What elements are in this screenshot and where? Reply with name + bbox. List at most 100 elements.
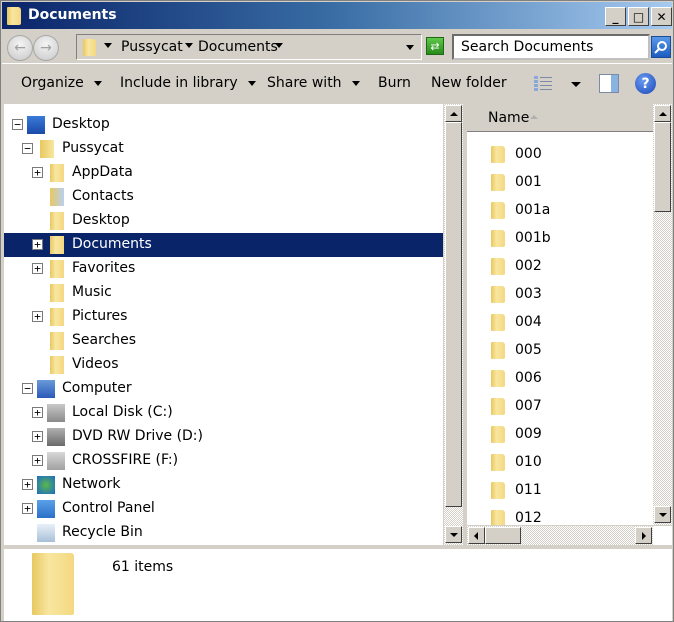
views-details-icon[interactable] — [533, 75, 553, 92]
refresh-button[interactable]: ⇄ — [426, 37, 444, 55]
share-with-menu[interactable]: Share with — [267, 75, 360, 91]
collapse-icon[interactable]: − — [12, 119, 23, 130]
close-button[interactable]: ✕ — [651, 7, 672, 26]
address-history-dropdown-icon[interactable] — [406, 45, 414, 50]
breadcrumb-chevron-icon[interactable] — [275, 43, 283, 48]
preview-pane-icon[interactable] — [599, 74, 619, 93]
breadcrumb-chevron-icon[interactable] — [185, 43, 193, 48]
navigation-tree: − Desktop − Pussycat + AppData Contacts Desktop… — [4, 104, 443, 545]
new-folder-button[interactable]: New folder — [431, 75, 507, 91]
tree-item-label: AppData — [72, 164, 133, 180]
folder-icon — [491, 482, 505, 499]
tree-item[interactable]: − Computer — [4, 377, 424, 401]
arrow-down-icon — [450, 533, 458, 537]
list-item-label: 007 — [515, 398, 542, 414]
scroll-thumb[interactable] — [485, 527, 521, 544]
tree-item[interactable]: Desktop — [4, 209, 424, 233]
organize-menu[interactable]: Organize — [21, 75, 102, 91]
tree-item[interactable]: Videos — [4, 353, 424, 377]
folder-icon — [491, 202, 505, 219]
tree-item-label: Computer — [62, 380, 132, 396]
collapse-icon[interactable]: − — [22, 383, 33, 394]
tree-item[interactable]: + DVD RW Drive (D:) — [4, 425, 424, 449]
arrow-up-icon — [659, 112, 667, 116]
folder-icon — [491, 258, 505, 275]
tree-item[interactable]: − Desktop — [4, 113, 424, 137]
expand-icon[interactable]: + — [32, 263, 43, 274]
tree-item[interactable]: + CROSSFIRE (F:) — [4, 449, 424, 473]
tree-item[interactable]: + Documents — [4, 233, 443, 257]
tree-item[interactable]: + Network — [4, 473, 424, 497]
expand-icon[interactable]: + — [32, 455, 43, 466]
expand-icon[interactable]: + — [32, 239, 43, 250]
expand-icon[interactable]: + — [32, 407, 43, 418]
item-count: 61 items — [112, 559, 174, 575]
expand-icon[interactable]: + — [22, 479, 33, 490]
include-in-library-menu[interactable]: Include in library — [120, 75, 256, 91]
tree-item[interactable]: + Local Disk (C:) — [4, 401, 424, 425]
tree-vertical-scrollbar[interactable] — [444, 104, 463, 545]
forward-button[interactable]: → — [33, 35, 59, 61]
tree-item-label: Local Disk (C:) — [72, 404, 173, 420]
scroll-thumb[interactable] — [654, 122, 671, 212]
help-icon[interactable]: ? — [635, 73, 656, 94]
arrow-left-icon — [474, 532, 478, 540]
list-item-label: 001b — [515, 230, 551, 246]
list-horizontal-scrollbar[interactable] — [467, 526, 653, 545]
list-vertical-scrollbar[interactable] — [653, 104, 672, 525]
tree-item-label: Recycle Bin — [62, 524, 143, 540]
breadcrumb-chevron-icon[interactable] — [104, 43, 112, 48]
control-panel-icon — [37, 500, 55, 518]
search-input[interactable]: Search Documents — [452, 34, 650, 60]
scroll-up-button[interactable] — [445, 105, 462, 122]
desktop-icon — [27, 116, 45, 134]
expand-icon[interactable]: + — [22, 503, 33, 514]
maximize-button[interactable]: □ — [628, 7, 649, 26]
tree-item[interactable]: Searches — [4, 329, 424, 353]
breadcrumb-documents[interactable]: Documents — [198, 39, 278, 55]
tree-item[interactable]: + Pictures — [4, 305, 424, 329]
search-button[interactable] — [651, 36, 671, 58]
views-dropdown-icon[interactable] — [571, 82, 581, 87]
title-bar[interactable]: Documents _ □ ✕ — [2, 2, 672, 29]
address-bar[interactable]: Pussycat Documents — [76, 34, 422, 60]
scroll-down-button[interactable] — [654, 506, 671, 523]
list-item-label: 009 — [515, 426, 542, 442]
tree-item-label: Control Panel — [62, 500, 155, 516]
tree-item[interactable]: Recycle Bin — [4, 521, 424, 545]
tree-item[interactable]: + Control Panel — [4, 497, 424, 521]
folder-icon — [50, 212, 64, 230]
back-arrow-icon: ← — [14, 40, 26, 56]
scroll-right-button[interactable] — [635, 527, 652, 544]
scroll-up-button[interactable] — [654, 105, 671, 122]
scroll-thumb[interactable] — [445, 122, 462, 507]
tree-item[interactable]: + Favorites — [4, 257, 424, 281]
include-in-library-label: Include in library — [120, 75, 238, 91]
list-item-label: 006 — [515, 370, 542, 386]
folder-icon — [50, 164, 64, 182]
tree-item-label: Favorites — [72, 260, 136, 276]
tree-item[interactable]: + AppData — [4, 161, 424, 185]
expand-icon[interactable]: + — [32, 167, 43, 178]
column-header-name[interactable]: Name — [467, 104, 653, 132]
back-button[interactable]: ← — [7, 35, 33, 61]
tree-item-label: Pictures — [72, 308, 128, 324]
search-icon — [654, 41, 667, 54]
scroll-down-button[interactable] — [445, 526, 462, 543]
collapse-icon[interactable]: − — [22, 143, 33, 154]
list-item-label: 010 — [515, 454, 542, 470]
list-item-label: 001 — [515, 174, 542, 190]
tree-item[interactable]: Music — [4, 281, 424, 305]
tree-item[interactable]: Contacts — [4, 185, 424, 209]
expand-icon[interactable]: + — [32, 431, 43, 442]
expand-icon[interactable]: + — [32, 311, 43, 322]
breadcrumb-pussycat[interactable]: Pussycat — [121, 39, 183, 55]
minimize-button[interactable]: _ — [605, 7, 626, 26]
folder-icon — [50, 356, 64, 374]
scroll-left-button[interactable] — [468, 527, 485, 544]
burn-button[interactable]: Burn — [378, 75, 411, 91]
tree-item[interactable]: − Pussycat — [4, 137, 424, 161]
folder-icon — [50, 236, 64, 254]
folder-icon — [50, 332, 64, 350]
tree-item-label: Pussycat — [62, 140, 124, 156]
